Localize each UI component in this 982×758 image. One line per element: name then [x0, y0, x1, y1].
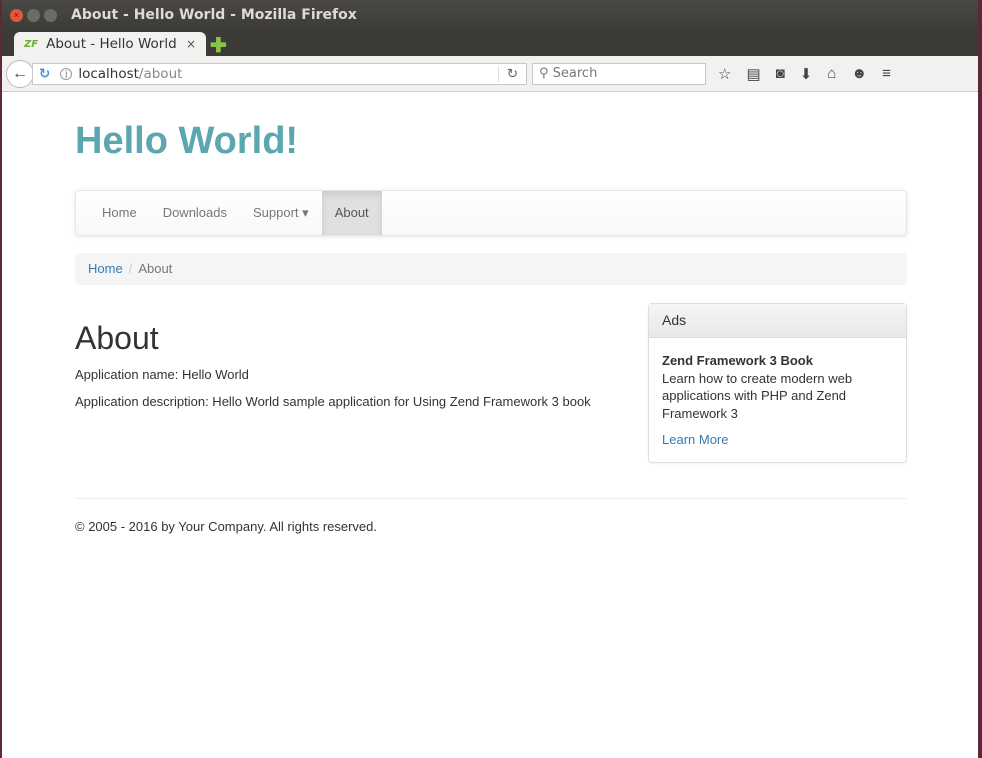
close-window-button[interactable]: × [10, 8, 23, 22]
reload-icon[interactable]: ↻ [39, 66, 50, 82]
zend-favicon-icon: ZF [24, 38, 39, 50]
menu-icon[interactable]: ≡ [882, 65, 891, 83]
back-button[interactable]: ← [6, 59, 34, 88]
ad-book-title: Zend Framework 3 Book [662, 353, 813, 368]
tab-label: About - Hello World [46, 36, 177, 52]
maximize-window-button[interactable] [44, 8, 57, 22]
nav-downloads[interactable]: Downloads [150, 191, 240, 235]
footer-divider [75, 498, 907, 499]
footer-text: © 2005 - 2016 by Your Company. All right… [75, 519, 378, 534]
new-tab-button[interactable]: ✚ [210, 33, 227, 58]
main-nav: Home Downloads Support ▾ About [75, 190, 907, 236]
browser-window: × About - Hello World - Mozilla Firefox … [2, 0, 978, 758]
nav-toolbar: ← ↻ i localhost/about ↻ ⚲ Search ☆ ▤ ◙ ⬇… [2, 56, 978, 92]
learn-more-link[interactable]: Learn More [662, 431, 893, 449]
title-bar: × About - Hello World - Mozilla Firefox [2, 0, 978, 30]
window-title: About - Hello World - Mozilla Firefox [71, 7, 357, 23]
pocket-icon[interactable]: ◙ [776, 65, 785, 83]
tab-about[interactable]: ZF About - Hello World × [14, 32, 206, 56]
home-icon[interactable]: ⌂ [827, 65, 836, 83]
page-heading: About [75, 320, 159, 356]
breadcrumb-separator: / [128, 261, 133, 276]
nav-support[interactable]: Support ▾ [240, 191, 322, 235]
url-path: /about [138, 65, 183, 82]
close-tab-icon[interactable]: × [186, 37, 196, 51]
chat-icon[interactable]: ☻ [851, 65, 867, 83]
url-bar[interactable]: ↻ i localhost/about ↻ [32, 62, 527, 85]
breadcrumb: Home / About [75, 253, 907, 285]
nav-about[interactable]: About [321, 191, 382, 235]
app-name: Application name: Hello World [75, 367, 249, 382]
page-content: Hello World! Home Downloads Support ▾ Ab… [2, 92, 978, 758]
ads-panel-title: Ads [649, 304, 906, 338]
info-icon[interactable]: i [60, 67, 73, 80]
reload-button[interactable]: ↻ [497, 65, 526, 82]
ad-text: Learn how to create modern web applicati… [662, 370, 853, 421]
breadcrumb-current: About [138, 261, 173, 276]
reading-list-icon[interactable]: ▤ [746, 65, 760, 83]
app-description: Application description: Hello World sam… [75, 394, 591, 409]
search-placeholder: Search [552, 65, 598, 81]
url-host: localhost [78, 65, 139, 82]
ads-panel: Ads Zend Framework 3 Book Learn how to c… [648, 303, 907, 463]
tab-bar: ZF About - Hello World × ✚ [2, 30, 978, 58]
bookmark-star-icon[interactable]: ☆ [718, 65, 731, 83]
download-icon[interactable]: ⬇ [800, 65, 813, 83]
brand-title: Hello World! [75, 120, 299, 162]
nav-home[interactable]: Home [89, 191, 150, 235]
minimize-window-button[interactable] [27, 8, 40, 22]
search-input[interactable]: ⚲ Search [532, 62, 706, 85]
breadcrumb-home[interactable]: Home [88, 261, 123, 276]
